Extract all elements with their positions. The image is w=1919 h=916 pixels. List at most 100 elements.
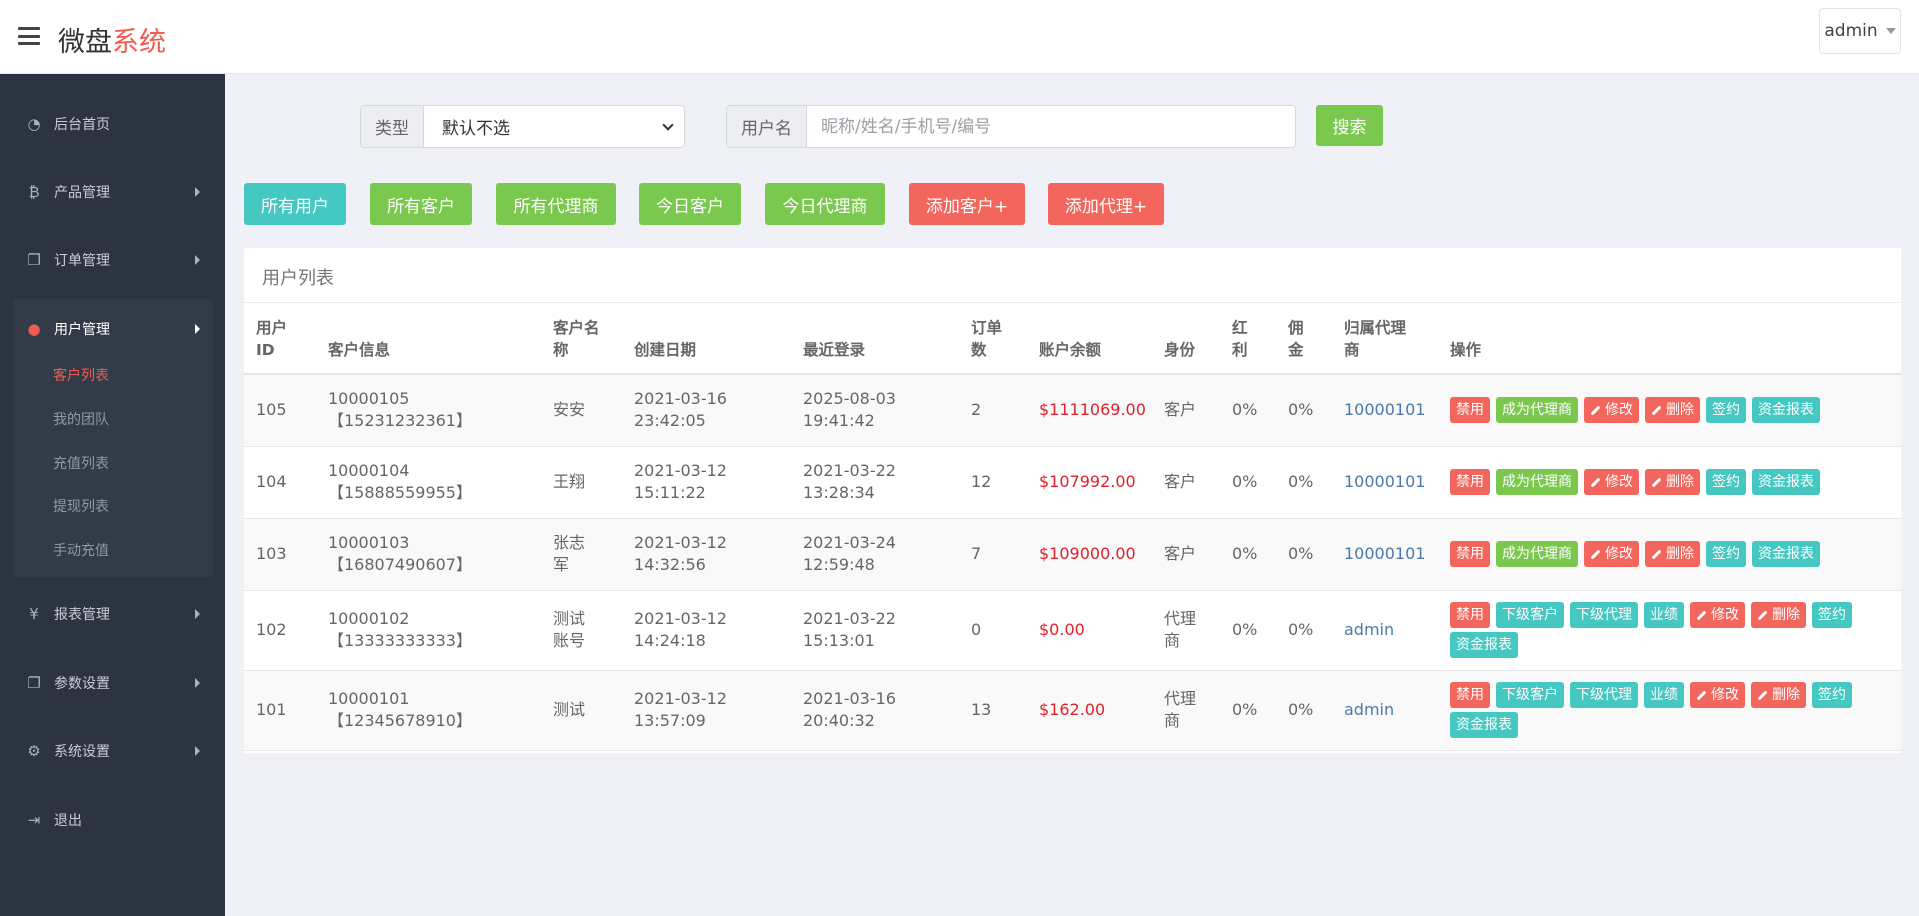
commission: 0% xyxy=(1288,620,1314,639)
chevron-right-icon xyxy=(195,324,200,334)
action-button[interactable]: 禁用 xyxy=(1450,602,1490,628)
action-button[interactable]: 删除 xyxy=(1645,397,1700,424)
order-count: 13 xyxy=(971,700,992,719)
agent-link[interactable]: admin xyxy=(1344,620,1394,639)
filter-all-customers-button[interactable]: 所有客户 xyxy=(370,183,472,225)
action-button[interactable]: 签约 xyxy=(1706,469,1746,495)
action-label: 资金报表 xyxy=(1456,637,1512,653)
role: 客户 xyxy=(1164,472,1197,491)
filter-all-users-button[interactable]: 所有用户 xyxy=(244,183,346,225)
created-date: 2021-03-12 xyxy=(634,533,727,552)
sign-out-icon: ⇥ xyxy=(27,811,41,829)
action-button[interactable]: 删除 xyxy=(1645,469,1700,495)
action-label: 禁用 xyxy=(1456,474,1484,490)
sidebar-item-label: 参数设置 xyxy=(54,676,110,692)
sidebar-item-reports[interactable]: ¥ 报表管理 xyxy=(0,586,225,642)
user-dropdown[interactable]: admin xyxy=(1819,8,1901,54)
action-button[interactable]: 删除 xyxy=(1645,541,1700,567)
col-bonus: 红利 xyxy=(1220,303,1276,375)
action-button[interactable]: 成为代理商 xyxy=(1496,541,1578,567)
sidebar-item-users[interactable]: ● 用户管理 xyxy=(0,301,225,357)
login-time: 15:13:01 xyxy=(803,631,875,650)
action-button[interactable]: 禁用 xyxy=(1450,397,1490,424)
agent-link[interactable]: admin xyxy=(1344,700,1394,719)
sidebar-item-params[interactable]: ❐ 参数设置 xyxy=(0,655,225,711)
search-button[interactable]: 搜索 xyxy=(1316,105,1383,146)
chevron-right-icon xyxy=(195,255,200,265)
agent-link[interactable]: 10000101 xyxy=(1344,472,1425,491)
action-button[interactable]: 成为代理商 xyxy=(1496,397,1578,424)
menu-toggle-icon[interactable] xyxy=(18,27,40,45)
action-button[interactable]: 签约 xyxy=(1812,682,1852,708)
action-button[interactable]: 业绩 xyxy=(1644,602,1684,628)
filter-today-customers-button[interactable]: 今日客户 xyxy=(639,183,741,225)
order-count: 2 xyxy=(971,400,982,420)
sidebar-sub-withdraw-list[interactable]: 提现列表 xyxy=(53,496,109,516)
chevron-right-icon xyxy=(195,678,200,688)
customer-code: 10000102 xyxy=(328,609,410,628)
action-button[interactable]: 禁用 xyxy=(1450,682,1490,708)
action-button[interactable]: 删除 xyxy=(1751,602,1806,628)
pencil-icon xyxy=(1590,477,1601,487)
action-label: 禁用 xyxy=(1456,546,1484,562)
order-count: 12 xyxy=(971,472,992,491)
action-button[interactable]: 禁用 xyxy=(1450,541,1490,567)
action-label: 资金报表 xyxy=(1758,402,1814,419)
login-date: 2021-03-22 xyxy=(803,609,896,628)
action-button[interactable]: 资金报表 xyxy=(1752,541,1820,567)
action-button[interactable]: 下级代理 xyxy=(1570,602,1638,628)
sidebar-item-dashboard[interactable]: ◔ 后台首页 xyxy=(0,96,225,152)
row-actions: 禁用 下级客户 下级代理 业绩 修改 删除 签约资金报表 xyxy=(1450,682,1901,738)
action-label: 下级代理 xyxy=(1576,687,1632,703)
action-label: 下级代理 xyxy=(1576,607,1632,623)
pencil-icon xyxy=(1757,690,1768,700)
sidebar-sub-manual-deposit[interactable]: 手动充值 xyxy=(53,540,109,560)
action-button[interactable]: 签约 xyxy=(1706,397,1746,424)
created-date: 2021-03-16 xyxy=(634,389,727,409)
action-button[interactable]: 资金报表 xyxy=(1450,712,1518,738)
action-button[interactable]: 资金报表 xyxy=(1450,632,1518,658)
filter-all-agents-button[interactable]: 所有代理商 xyxy=(496,183,616,225)
username-search-input[interactable] xyxy=(807,105,1296,148)
sidebar-sub-my-team[interactable]: 我的团队 xyxy=(53,409,109,429)
action-button[interactable]: 签约 xyxy=(1812,602,1852,628)
action-button[interactable]: 修改 xyxy=(1584,397,1639,424)
action-button[interactable]: 修改 xyxy=(1690,682,1745,708)
filter-today-agents-button[interactable]: 今日代理商 xyxy=(765,183,885,225)
action-button[interactable]: 资金报表 xyxy=(1752,397,1820,424)
action-button[interactable]: 成为代理商 xyxy=(1496,469,1578,495)
action-button[interactable]: 下级客户 xyxy=(1496,602,1564,628)
sidebar-item-system[interactable]: ⚙ 系统设置 xyxy=(0,723,225,779)
action-button[interactable]: 资金报表 xyxy=(1752,469,1820,495)
user-id: 101 xyxy=(256,700,287,719)
sidebar-item-logout[interactable]: ⇥ 退出 xyxy=(0,792,225,848)
sidebar-item-label: 报表管理 xyxy=(54,607,110,623)
type-select[interactable]: 默认不选 xyxy=(424,105,685,148)
action-button[interactable]: 删除 xyxy=(1751,682,1806,708)
caret-down-icon xyxy=(1885,28,1896,34)
col-user-id: 用户ID xyxy=(244,303,316,375)
sidebar-item-products[interactable]: ₿ 产品管理 xyxy=(0,164,225,220)
sidebar-sub-deposit-list[interactable]: 充值列表 xyxy=(53,453,109,473)
action-label: 删除 xyxy=(1666,546,1694,562)
action-button[interactable]: 业绩 xyxy=(1644,682,1684,708)
sidebar-item-orders[interactable]: ❐ 订单管理 xyxy=(0,232,225,288)
action-button[interactable]: 签约 xyxy=(1706,541,1746,567)
agent-link[interactable]: 10000101 xyxy=(1344,400,1425,419)
login-date: 2025-08-03 xyxy=(803,389,896,409)
add-customer-button[interactable]: 添加客户+ xyxy=(909,183,1025,225)
row-actions: 禁用 成为代理商 修改 删除 签约 资金报表 xyxy=(1450,397,1901,424)
action-button[interactable]: 修改 xyxy=(1584,469,1639,495)
customer-name: 王翔 xyxy=(553,472,586,491)
add-agent-button[interactable]: 添加代理+ xyxy=(1048,183,1164,225)
action-button[interactable]: 修改 xyxy=(1690,602,1745,628)
action-label: 业绩 xyxy=(1650,607,1678,623)
agent-link[interactable]: 10000101 xyxy=(1344,544,1425,563)
sidebar-sub-customer-list[interactable]: 客户列表 xyxy=(53,365,109,385)
col-last-login: 最近登录 xyxy=(791,303,959,375)
action-button[interactable]: 下级客户 xyxy=(1496,682,1564,708)
pencil-icon xyxy=(1651,405,1662,416)
action-button[interactable]: 禁用 xyxy=(1450,469,1490,495)
action-button[interactable]: 下级代理 xyxy=(1570,682,1638,708)
action-button[interactable]: 修改 xyxy=(1584,541,1639,567)
